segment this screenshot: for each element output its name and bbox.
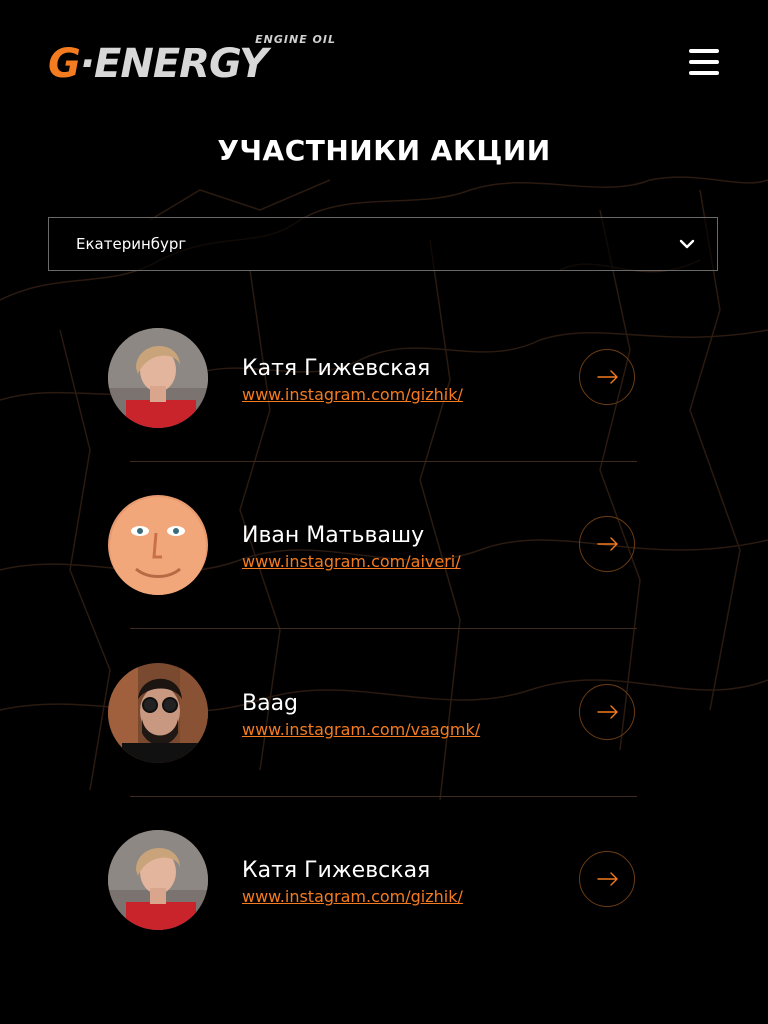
participant-name: Катя Гижевская bbox=[242, 356, 431, 381]
avatar bbox=[108, 328, 208, 428]
instagram-link[interactable]: www.instagram.com/aiveri/ bbox=[242, 552, 461, 571]
logo-letter: G bbox=[48, 41, 81, 87]
arrow-right-icon bbox=[597, 705, 618, 719]
chevron-down-icon bbox=[679, 239, 695, 249]
avatar bbox=[108, 663, 208, 763]
page-title: УЧАСТНИКИ АКЦИИ bbox=[217, 134, 551, 167]
participant-name: Ваag bbox=[242, 691, 299, 716]
participant-name: Иван Матьвашу bbox=[242, 523, 425, 548]
divider bbox=[130, 628, 637, 629]
instagram-link[interactable]: www.instagram.com/gizhik/ bbox=[242, 385, 463, 404]
avatar bbox=[108, 495, 208, 595]
open-participant-button[interactable] bbox=[579, 851, 635, 907]
city-select[interactable]: Екатеринбург bbox=[48, 217, 718, 271]
avatar bbox=[108, 830, 208, 930]
city-select-value: Екатеринбург bbox=[76, 235, 187, 253]
arrow-right-icon bbox=[597, 872, 618, 886]
arrow-right-icon bbox=[597, 537, 618, 551]
logo-subtitle: ENGINE OIL bbox=[255, 33, 336, 46]
open-participant-button[interactable] bbox=[579, 684, 635, 740]
open-participant-button[interactable] bbox=[579, 516, 635, 572]
header: G·ENERGY ENGINE OIL bbox=[0, 0, 768, 110]
open-participant-button[interactable] bbox=[579, 349, 635, 405]
arrow-right-icon bbox=[597, 370, 618, 384]
participant-name: Катя Гижевская bbox=[242, 858, 431, 883]
logo-wordmark: ·ENERGY bbox=[79, 41, 268, 87]
g-energy-logo[interactable]: G·ENERGY ENGINE OIL bbox=[48, 33, 338, 90]
divider bbox=[130, 796, 637, 797]
participant-card: Ваag www.instagram.com/vaagmk/ bbox=[108, 663, 638, 763]
hamburger-menu-icon[interactable] bbox=[689, 49, 719, 75]
participant-card: Катя Гижевская www.instagram.com/gizhik/ bbox=[108, 830, 638, 930]
participant-card: Катя Гижевская www.instagram.com/gizhik/ bbox=[108, 328, 638, 428]
participant-card: Иван Матьвашу www.instagram.com/aiveri/ bbox=[108, 495, 638, 595]
instagram-link[interactable]: www.instagram.com/vaagmk/ bbox=[242, 720, 480, 739]
divider bbox=[130, 461, 637, 462]
instagram-link[interactable]: www.instagram.com/gizhik/ bbox=[242, 887, 463, 906]
